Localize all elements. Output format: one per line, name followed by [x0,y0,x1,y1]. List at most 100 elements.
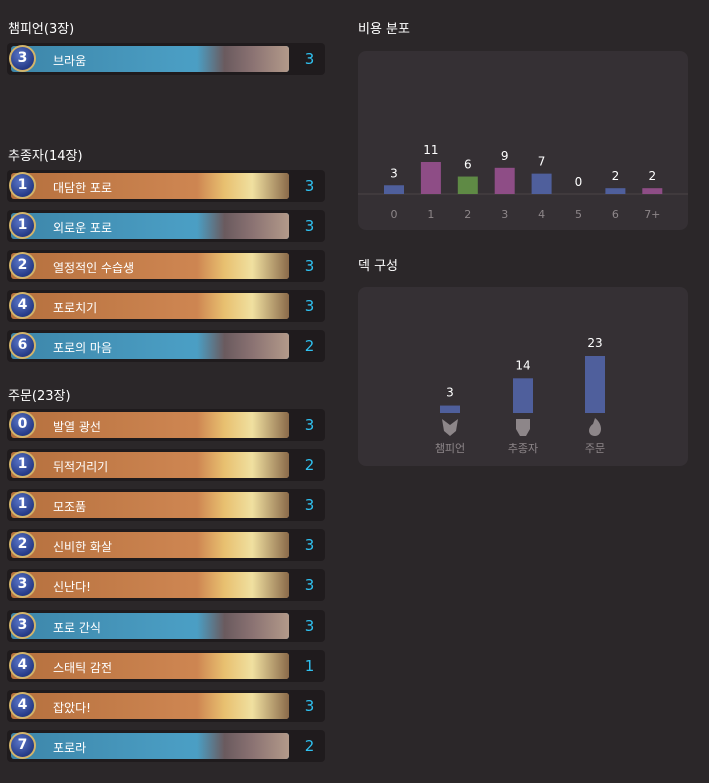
composition-label: 추종자 [508,442,538,455]
cost-tick-label: 4 [538,208,545,221]
card-cost-gem: 6 [9,332,36,359]
cost-tick-label: 7+ [644,208,660,221]
card-name: 스태틱 감전 [53,661,113,675]
cost-tick-label: 3 [501,208,508,221]
card-art [197,333,289,359]
card-count: 3 [304,50,315,68]
card-count: 2 [304,456,315,474]
card-cost-gem: 2 [9,252,36,279]
cost-distribution-title: 비용 분포 [358,22,410,37]
card-cost-gem: 4 [9,292,36,319]
cost-bar [457,176,478,194]
champion-icon [442,419,458,436]
cost-tick-label: 6 [612,208,619,221]
card-cost-gem: 1 [9,212,36,239]
card-row[interactable]: 포로 간식 3 3 [7,610,325,642]
card-art [197,613,289,639]
card-name: 모조품 [53,500,87,514]
card-count: 1 [304,657,315,675]
cost-tick-label: 0 [391,208,398,221]
card-row[interactable]: 신비한 화살 2 3 [7,529,325,561]
card-cost-gem: 4 [9,652,36,679]
cost-bar-value: 6 [464,158,472,172]
card-name: 포로라 [53,741,87,755]
card-banner: 포로 간식 [11,613,289,639]
card-art [197,293,289,319]
card-name: 외로운 포로 [53,221,113,235]
card-row[interactable]: 신난다! 3 3 [7,569,325,601]
card-banner: 스태틱 감전 [11,653,289,679]
card-banner: 포로의 마음 [11,333,289,359]
card-cost-gem: 3 [9,571,36,598]
cost-bar [531,173,552,194]
followers-section-title: 추종자(14장) [8,149,83,164]
card-name: 포로 간식 [53,621,101,635]
card-cost-gem: 1 [9,451,36,478]
card-count: 3 [304,536,315,554]
cost-bar-value: 2 [612,169,620,183]
card-name: 열정적인 수습생 [53,261,135,275]
card-name: 발열 광선 [53,420,101,434]
card-row[interactable]: 포로의 마음 6 2 [7,330,325,362]
card-row[interactable]: 모조품 1 3 [7,489,325,521]
composition-bar-value: 14 [515,358,530,372]
card-row[interactable]: 브라움 3 3 [7,43,325,75]
cost-tick-label: 1 [427,208,434,221]
card-row[interactable]: 외로운 포로 1 3 [7,210,325,242]
card-name: 신난다! [53,580,91,594]
card-cost-gem: 3 [9,612,36,639]
card-art [197,733,289,759]
card-count: 3 [304,576,315,594]
card-banner: 뒤적거리기 [11,452,289,478]
spell-icon [589,418,602,436]
card-cost-gem: 0 [9,411,36,438]
card-row[interactable]: 잡았다! 4 3 [7,690,325,722]
card-count: 3 [304,217,315,235]
cost-bar-value: 2 [648,169,656,183]
card-row[interactable]: 대담한 포로 1 3 [7,170,325,202]
card-count: 2 [304,737,315,755]
cost-bar [605,188,626,194]
card-art [197,452,289,478]
cost-bar [384,185,404,194]
card-count: 3 [304,177,315,195]
card-count: 3 [304,257,315,275]
deck-composition-chart: 3 챔피언 14 추종자 23 주문 [435,336,605,455]
card-banner: 모조품 [11,492,289,518]
card-banner: 신비한 화살 [11,532,289,558]
deck-composition-title: 덱 구성 [358,259,399,274]
card-banner: 외로운 포로 [11,213,289,239]
card-name: 신비한 화살 [53,540,113,554]
card-art [197,572,289,598]
card-cost-gem: 1 [9,491,36,518]
card-name: 브라움 [53,54,87,68]
card-banner: 포로치기 [11,293,289,319]
card-row[interactable]: 열정적인 수습생 2 3 [7,250,325,282]
card-banner: 포로라 [11,733,289,759]
card-row[interactable]: 포로치기 4 3 [7,290,325,322]
cost-bar [494,167,515,194]
card-art [197,532,289,558]
spells-section-title: 주문(23장) [8,389,71,404]
cost-distribution-chart: 30111629374052627+ [358,143,688,221]
card-name: 잡았다! [53,701,91,715]
card-count: 3 [304,496,315,514]
composition-bar [513,378,533,413]
cost-tick-label: 2 [464,208,471,221]
card-banner: 신난다! [11,572,289,598]
card-banner: 발열 광선 [11,412,289,438]
card-row[interactable]: 스태틱 감전 4 1 [7,650,325,682]
card-row[interactable]: 발열 광선 0 3 [7,409,325,441]
card-art [197,253,289,279]
cost-bar-value: 7 [538,155,546,169]
composition-bar [440,405,460,413]
card-banner: 브라움 [11,46,289,72]
cost-bar-value: 9 [501,149,509,163]
follower-icon [516,419,530,436]
card-cost-gem: 7 [9,732,36,759]
card-name: 뒤적거리기 [53,460,109,474]
card-name: 대담한 포로 [53,181,113,195]
card-name: 포로의 마음 [53,341,113,355]
card-row[interactable]: 뒤적거리기 1 2 [7,449,325,481]
card-row[interactable]: 포로라 7 2 [7,730,325,762]
